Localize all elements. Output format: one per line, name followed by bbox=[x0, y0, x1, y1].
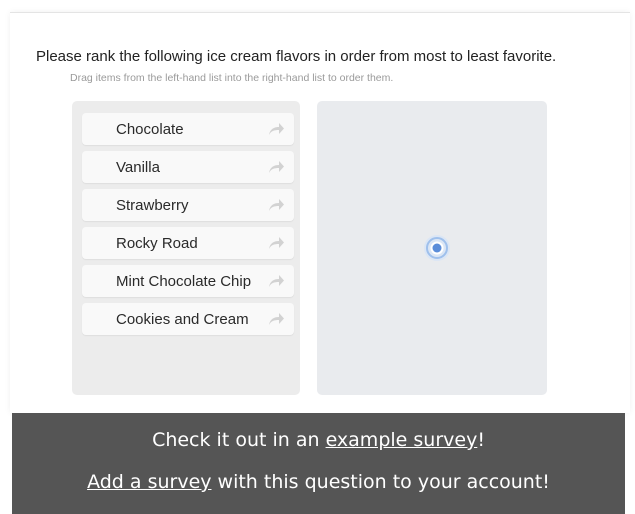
rank-item-label: Cookies and Cream bbox=[116, 311, 249, 328]
rank-item-label: Rocky Road bbox=[116, 235, 198, 252]
add-survey-link[interactable]: Add a survey bbox=[87, 471, 211, 493]
share-arrow-icon[interactable] bbox=[266, 272, 286, 290]
promo-banner: Check it out in an example survey! Add a… bbox=[12, 413, 625, 514]
rank-item-mint-chocolate-chip[interactable]: Mint Chocolate Chip bbox=[82, 265, 294, 297]
share-arrow-icon[interactable] bbox=[266, 120, 286, 138]
rank-item-vanilla[interactable]: Vanilla bbox=[82, 151, 294, 183]
rank-item-rocky-road[interactable]: Rocky Road bbox=[82, 227, 294, 259]
share-arrow-icon[interactable] bbox=[266, 310, 286, 328]
share-arrow-icon[interactable] bbox=[266, 196, 286, 214]
banner-text: Check it out in an bbox=[152, 429, 326, 451]
rank-item-label: Vanilla bbox=[116, 159, 160, 176]
loading-spinner-icon bbox=[424, 235, 450, 261]
banner-text: ! bbox=[477, 429, 485, 451]
share-arrow-icon[interactable] bbox=[266, 158, 286, 176]
banner-text: with this question to your account! bbox=[211, 471, 550, 493]
rank-item-label: Strawberry bbox=[116, 197, 189, 214]
rank-item-label: Mint Chocolate Chip bbox=[116, 273, 252, 290]
rank-item-cookies-and-cream[interactable]: Cookies and Cream bbox=[82, 303, 294, 335]
banner-line-add: Add a survey with this question to your … bbox=[12, 471, 625, 493]
example-survey-link[interactable]: example survey bbox=[326, 429, 478, 451]
rank-item-chocolate[interactable]: Chocolate bbox=[82, 113, 294, 145]
left-rank-list[interactable]: Chocolate Vanilla Strawberry Rocky Road … bbox=[72, 101, 300, 395]
share-arrow-icon[interactable] bbox=[266, 234, 286, 252]
question-hint: Drag items from the left-hand list into … bbox=[70, 72, 394, 84]
rank-item-strawberry[interactable]: Strawberry bbox=[82, 189, 294, 221]
rank-item-label: Chocolate bbox=[116, 121, 184, 138]
question-title: Please rank the following ice cream flav… bbox=[36, 48, 557, 65]
banner-line-example: Check it out in an example survey! bbox=[12, 429, 625, 451]
